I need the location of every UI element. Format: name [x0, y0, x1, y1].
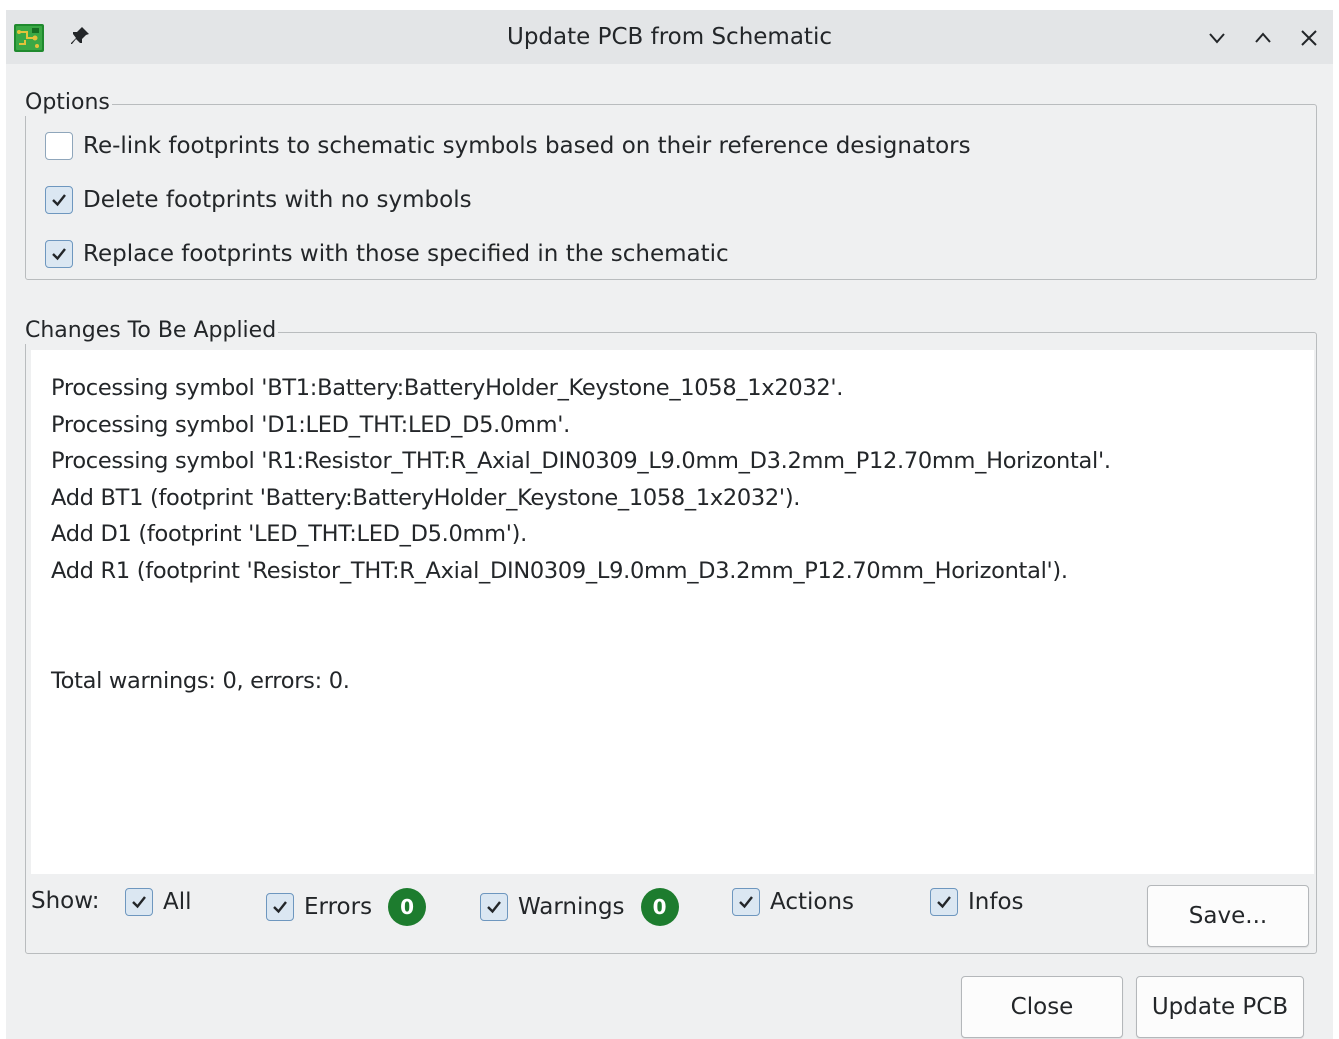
- filter-label: Errors: [304, 894, 373, 920]
- checkbox[interactable]: [125, 888, 153, 916]
- option-label: Re-link footprints to schematic symbols …: [83, 133, 971, 159]
- option-label: Delete footprints with no symbols: [83, 187, 472, 213]
- log-summary: Total warnings: 0, errors: 0.: [51, 668, 350, 694]
- close-window-button[interactable]: [1295, 24, 1323, 52]
- log-line: Add R1 (footprint 'Resistor_THT:R_Axial_…: [51, 558, 1068, 584]
- checkmark-icon: [52, 248, 66, 261]
- warnings-count-badge: 0: [640, 888, 679, 926]
- checkmark-icon: [739, 896, 753, 909]
- filter-label: All: [163, 889, 192, 915]
- save-button[interactable]: Save...: [1147, 885, 1309, 947]
- changes-log[interactable]: Processing symbol 'BT1:Battery:BatteryHo…: [31, 350, 1314, 874]
- errors-count-badge: 0: [388, 888, 427, 926]
- log-line: Processing symbol 'R1:Resistor_THT:R_Axi…: [51, 448, 1111, 474]
- filter-infos[interactable]: Infos: [930, 888, 1024, 916]
- checkbox[interactable]: [480, 893, 508, 921]
- dialog-window: Update PCB from Schematic Options Re-lin…: [6, 10, 1333, 1039]
- checkmark-icon: [52, 194, 66, 207]
- checkbox[interactable]: [45, 240, 73, 268]
- minimize-button[interactable]: [1203, 24, 1231, 52]
- close-icon: [1301, 30, 1317, 46]
- checkbox[interactable]: [266, 893, 294, 921]
- checkmark-icon: [937, 896, 951, 909]
- filter-actions[interactable]: Actions: [732, 888, 854, 916]
- show-label-text: Show:: [31, 888, 100, 914]
- checkmark-icon: [132, 896, 146, 909]
- option-delete-unused[interactable]: Delete footprints with no symbols: [45, 186, 472, 214]
- show-label: Show:: [31, 888, 100, 914]
- filter-label: Actions: [770, 889, 855, 915]
- checkbox[interactable]: [930, 888, 958, 916]
- filter-warnings[interactable]: Warnings 0: [480, 888, 679, 926]
- changes-group-title: Changes To Be Applied: [25, 318, 279, 344]
- option-relink[interactable]: Re-link footprints to schematic symbols …: [45, 132, 971, 160]
- checkmark-icon: [273, 901, 287, 914]
- log-line: Processing symbol 'D1:LED_THT:LED_D5.0mm…: [51, 412, 570, 438]
- log-line: Add BT1 (footprint 'Battery:BatteryHolde…: [51, 485, 801, 511]
- filter-all[interactable]: All: [125, 888, 192, 916]
- checkbox[interactable]: [45, 132, 73, 160]
- checkbox[interactable]: [45, 186, 73, 214]
- chevron-down-icon: [1209, 33, 1225, 44]
- close-button[interactable]: Close: [961, 976, 1123, 1038]
- option-replace-footprints[interactable]: Replace footprints with those specified …: [45, 240, 729, 268]
- update-pcb-button[interactable]: Update PCB: [1136, 976, 1304, 1038]
- log-line: Add D1 (footprint 'LED_THT:LED_D5.0mm').: [51, 521, 527, 547]
- option-label: Replace footprints with those specified …: [83, 241, 729, 267]
- filter-label: Infos: [968, 889, 1024, 915]
- options-group-title: Options: [25, 90, 112, 116]
- maximize-button[interactable]: [1249, 24, 1277, 52]
- window-title: Update PCB from Schematic: [507, 24, 832, 50]
- filter-label: Warnings: [518, 894, 625, 920]
- title-bar[interactable]: Update PCB from Schematic: [6, 10, 1333, 64]
- log-line: Processing symbol 'BT1:Battery:BatteryHo…: [51, 375, 844, 401]
- chevron-up-icon: [1255, 32, 1271, 43]
- checkbox[interactable]: [732, 888, 760, 916]
- checkmark-icon: [487, 901, 501, 914]
- filter-errors[interactable]: Errors 0: [266, 888, 427, 926]
